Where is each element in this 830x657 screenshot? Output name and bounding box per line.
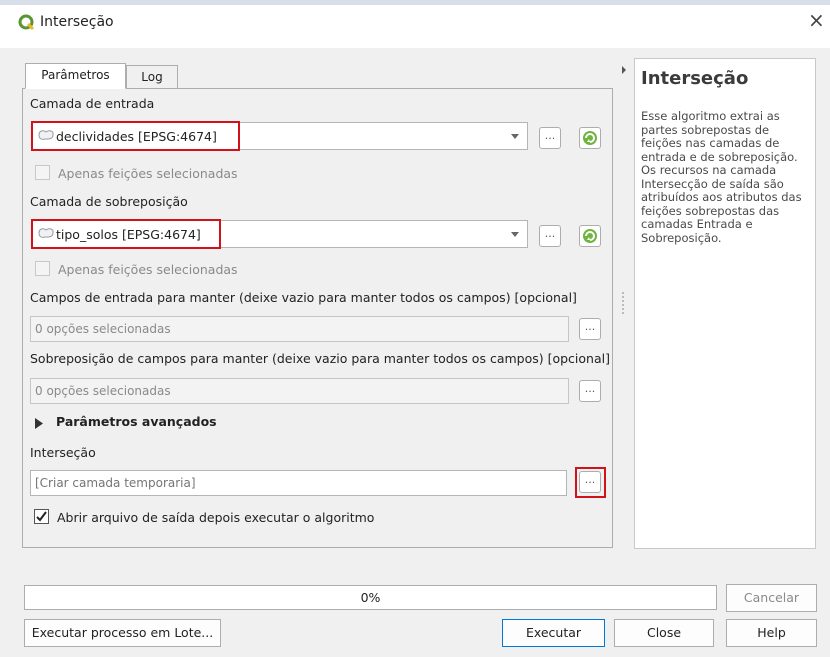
window-title: Interseção (40, 14, 114, 30)
polygon-layer-icon (37, 227, 55, 239)
title-bar (0, 0, 830, 48)
overlay-fields-browse-button[interactable]: ... (579, 380, 601, 402)
advanced-parameters-toggle[interactable]: Parâmetros avançados (56, 414, 217, 429)
collapse-help-icon[interactable] (622, 66, 626, 74)
open-output-checkbox[interactable] (34, 509, 49, 524)
open-output-label: Abrir arquivo de saída depois executar o… (57, 510, 375, 525)
overlay-fields-field[interactable]: 0 opções selecionadas (30, 378, 569, 404)
tab-parametros[interactable]: Parâmetros (25, 63, 126, 89)
close-button[interactable]: Close (614, 619, 714, 647)
qgis-logo-icon (18, 14, 35, 31)
iterate-icon[interactable] (579, 225, 601, 247)
overlay-selected-only-label: Apenas feições selecionadas (58, 262, 238, 277)
input-fields-browse-button[interactable]: ... (579, 318, 601, 340)
input-selected-only-checkbox[interactable] (35, 165, 50, 180)
output-label: Interseção (30, 445, 96, 460)
help-text: Esse algoritmo extrai as partes sobrepos… (641, 109, 802, 245)
help-button[interactable]: Help (726, 619, 817, 647)
input-layer-value: declividades [EPSG:4674] (56, 129, 217, 144)
combo-arrow-icon (511, 232, 519, 237)
help-panel: Interseção Esse algoritmo extrai as part… (634, 58, 816, 549)
input-fields-label: Campos de entrada para manter (deixe vaz… (30, 290, 577, 305)
iterate-icon[interactable] (579, 127, 601, 149)
overlay-fields-label: Sobreposição de campos para manter (deix… (30, 351, 610, 366)
run-button[interactable]: Executar (502, 619, 605, 647)
polygon-layer-icon (37, 129, 55, 141)
overlay-layer-label: Camada de sobreposição (30, 194, 188, 209)
progress-text: 0% (360, 590, 381, 605)
help-title: Interseção (641, 68, 749, 89)
output-input[interactable] (31, 471, 564, 495)
batch-process-button[interactable]: Executar processo em Lote... (24, 619, 221, 647)
overlay-layer-value: tipo_solos [EPSG:4674] (56, 227, 201, 242)
input-layer-label: Camada de entrada (30, 96, 155, 111)
tab-log[interactable]: Log (126, 65, 178, 89)
cancel-button[interactable]: Cancelar (726, 584, 817, 612)
overlay-layer-browse-button[interactable]: ... (539, 225, 561, 247)
combo-arrow-icon (511, 134, 519, 139)
title-bar-strip (0, 0, 830, 5)
output-field[interactable] (30, 470, 567, 496)
input-selected-only-label: Apenas feições selecionadas (58, 166, 238, 181)
checkmark-icon (36, 511, 47, 522)
splitter-handle[interactable] (622, 292, 624, 314)
close-icon[interactable]: × (808, 8, 825, 32)
expand-triangle-icon[interactable] (34, 418, 44, 432)
progress-bar: 0% (24, 585, 717, 610)
overlay-selected-only-checkbox[interactable] (35, 261, 50, 276)
input-fields-field[interactable]: 0 opções selecionadas (30, 316, 569, 342)
output-browse-button[interactable]: ... (579, 471, 601, 493)
input-layer-browse-button[interactable]: ... (539, 127, 561, 149)
